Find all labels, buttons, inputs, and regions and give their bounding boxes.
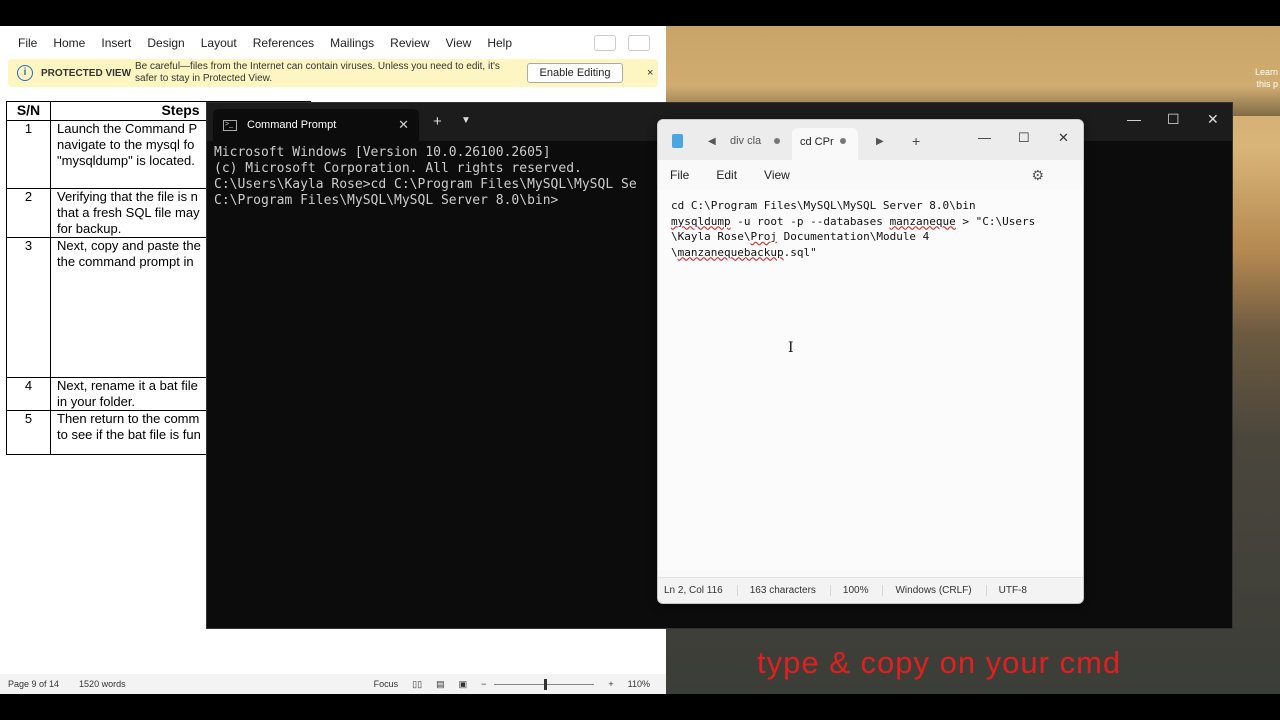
web-layout-icon[interactable]: ▣ (459, 679, 468, 690)
minimize-icon[interactable]: — (1127, 111, 1141, 127)
notepad-menu-edit[interactable]: Edit (716, 168, 737, 182)
shield-info-icon: i (17, 65, 33, 81)
text-line: cd C:\Program Files\MySQL\MySQL Server 8… (671, 199, 976, 212)
table-cell-sn: 5 (6, 410, 51, 455)
character-count: 163 characters (744, 585, 831, 596)
menu-home[interactable]: Home (53, 36, 85, 50)
menu-review[interactable]: Review (390, 36, 429, 50)
desktop-hint: Learn this p (1255, 66, 1278, 90)
word-status-bar: Page 9 of 14 1520 words Focus ▯▯ ▤ ▣ − +… (0, 674, 666, 694)
maximize-icon[interactable]: ☐ (1018, 130, 1030, 146)
cursor-position: Ln 2, Col 116 (658, 585, 738, 596)
text-cursor-icon: I (788, 340, 794, 356)
enable-editing-button[interactable]: Enable Editing (527, 63, 624, 83)
desktop-hint-line: Learn (1254, 67, 1278, 77)
menu-insert[interactable]: Insert (101, 36, 131, 50)
notepad-tab-active[interactable]: cd CPr (792, 128, 858, 160)
new-tab-icon[interactable]: + (912, 133, 920, 149)
line-ending[interactable]: Windows (CRLF) (889, 585, 987, 596)
spellcheck-word: Proj (750, 230, 777, 243)
zoom-level[interactable]: 100% (837, 585, 884, 596)
menu-view[interactable]: View (446, 36, 472, 50)
terminal-tab[interactable]: >_ Command Prompt ✕ (213, 109, 419, 141)
cmd-icon: >_ (223, 119, 237, 131)
menu-help[interactable]: Help (487, 36, 512, 50)
menu-mailings[interactable]: Mailings (330, 36, 374, 50)
page-count: Page 9 of 14 (8, 679, 60, 689)
close-icon[interactable]: × (647, 67, 653, 79)
menu-file[interactable]: File (18, 36, 37, 50)
protected-view-bar: i PROTECTED VIEW Be careful—files from t… (8, 59, 658, 87)
notepad-status-bar: Ln 2, Col 116 163 characters 100% Window… (658, 577, 1083, 603)
read-mode-icon[interactable]: ▯▯ (412, 679, 422, 690)
minimize-icon[interactable]: — (978, 130, 991, 145)
table-cell-sn: 2 (6, 188, 51, 238)
terminal-tab-title: Command Prompt (247, 119, 337, 131)
video-caption: type & copy on your cmd (757, 645, 1122, 680)
notepad-tab-bar: ◀ div cla cd CPr ▶ + — ☐ ✕ (658, 120, 1083, 160)
spellcheck-word: manzaneque (889, 214, 956, 228)
chevron-down-icon[interactable]: ▼ (461, 115, 471, 126)
encoding[interactable]: UTF-8 (993, 585, 1041, 596)
protected-view-message: Be careful—files from the Internet can c… (135, 61, 500, 84)
zoom-level[interactable]: 110% (628, 679, 650, 689)
unsaved-dot-icon (774, 138, 780, 144)
menu-references[interactable]: References (253, 36, 314, 50)
unsaved-dot-icon (840, 138, 846, 144)
menu-layout[interactable]: Layout (201, 36, 237, 50)
maximize-icon[interactable]: ☐ (1167, 111, 1180, 128)
spellcheck-word: mysqldump (671, 214, 731, 228)
zoom-out-icon[interactable]: − (481, 679, 486, 689)
table-cell-sn: 4 (6, 377, 51, 411)
notepad-tab-title: cd CPr (800, 136, 834, 148)
close-icon[interactable]: ✕ (1058, 130, 1069, 146)
zoom-slider[interactable] (494, 678, 595, 690)
new-tab-icon[interactable]: + (433, 113, 442, 130)
word-ribbon-menu: File Home Insert Design Layout Reference… (0, 26, 666, 60)
table-cell-sn: 1 (6, 120, 51, 189)
text-segment: -u root -p --databases (730, 214, 890, 228)
scroll-tabs-left-icon[interactable]: ◀ (708, 136, 716, 147)
text-segment: .sql" (783, 245, 817, 259)
focus-button[interactable]: Focus (374, 679, 399, 689)
table-cell-sn: 3 (6, 237, 51, 378)
notepad-app-icon (672, 134, 683, 148)
notepad-menu-bar: File Edit View ⚙ (658, 160, 1083, 190)
notepad-tab-inactive[interactable]: div cla (730, 135, 761, 147)
notepad-menu-file[interactable]: File (670, 168, 689, 182)
notepad-editor[interactable]: cd C:\Program Files\MySQL\MySQL Server 8… (658, 190, 1083, 570)
gear-icon[interactable]: ⚙ (1031, 167, 1044, 184)
zoom-slider-thumb[interactable] (544, 678, 548, 690)
desktop-hint-line: this p (1256, 79, 1278, 89)
zoom-in-icon[interactable]: + (608, 679, 613, 689)
share-icon[interactable] (628, 35, 650, 51)
scroll-tabs-right-icon[interactable]: ▶ (876, 136, 884, 147)
word-count: 1520 words (79, 679, 126, 689)
close-icon[interactable]: ✕ (1207, 111, 1219, 128)
comments-icon[interactable] (594, 35, 616, 51)
close-icon[interactable]: ✕ (398, 117, 409, 133)
spellcheck-word: manzanequebackup (677, 245, 784, 259)
protected-view-title: PROTECTED VIEW (41, 67, 132, 79)
notepad-menu-view[interactable]: View (764, 168, 790, 182)
print-layout-icon[interactable]: ▤ (436, 679, 445, 690)
menu-design[interactable]: Design (147, 36, 184, 50)
table-header: S/N (6, 101, 51, 121)
notepad-window: ◀ div cla cd CPr ▶ + — ☐ ✕ File Edit Vie… (657, 119, 1084, 604)
